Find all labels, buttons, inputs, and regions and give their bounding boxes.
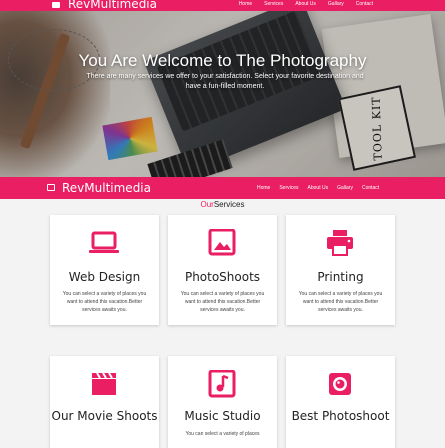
service-card-web-design[interactable]: Web Design You can select a variety of p…: [50, 215, 159, 325]
main-nav-links: Home Services About Us Gallary Contact: [257, 185, 379, 191]
card-title: Our Movie Shoots: [51, 409, 158, 423]
service-card-best-photoshoot[interactable]: Best Photoshoot: [286, 356, 395, 448]
card-description: You can select a variety of places you w…: [180, 291, 265, 313]
brand-icon: [52, 2, 60, 8]
service-card-music-studio[interactable]: Music Studio You can select a variety of…: [168, 356, 277, 448]
hero-overlay: [0, 11, 445, 177]
hero-subtitle: There are many services we offer to your…: [86, 73, 364, 90]
nav-home[interactable]: Home: [257, 185, 270, 191]
printer-icon: [327, 230, 353, 256]
card-title: PhotoShoots: [184, 270, 261, 284]
brand-icon: [47, 184, 55, 191]
top-brand-link[interactable]: RevMultimedia: [68, 0, 157, 11]
nav-about[interactable]: About Us: [308, 185, 329, 191]
camera-icon: [329, 373, 351, 395]
top-nav-services[interactable]: Services: [264, 1, 283, 7]
brand-link[interactable]: RevMultimedia: [62, 181, 151, 195]
service-card-movie-shoots[interactable]: Our Movie Shoots: [50, 356, 159, 448]
hero-banner: TOOL KIT You Are Welcome to The Photogra…: [0, 11, 445, 177]
card-description: You can select a variety of places you w…: [298, 291, 383, 313]
card-title: Web Design: [68, 270, 141, 284]
top-nav-contact[interactable]: Contact: [356, 1, 373, 7]
hero-title: You Are Welcome to The Photography: [78, 51, 367, 70]
top-nav-gallary[interactable]: Gallary: [328, 1, 344, 7]
top-nav-home[interactable]: Home: [239, 1, 252, 7]
section-title-rest: Services: [213, 200, 245, 209]
card-title: Best Photoshoot: [291, 409, 390, 423]
nav-contact[interactable]: Contact: [362, 185, 379, 191]
card-title: Printing: [317, 270, 364, 284]
section-title: OurServices: [0, 200, 445, 210]
laptop-icon: [89, 231, 119, 253]
image-icon: [208, 229, 236, 256]
service-card-photoshoots[interactable]: PhotoShoots You can select a variety of …: [168, 215, 277, 325]
top-nav-about[interactable]: About Us: [295, 1, 316, 7]
main-navbar: RevMultimedia Home Services About Us Gal…: [0, 177, 445, 199]
clapperboard-icon: [92, 372, 116, 395]
section-title-accent: Our: [200, 200, 214, 209]
top-nav-links: Home Services About Us Gallary Contact: [239, 1, 373, 7]
card-description: You can select a variety of places you w…: [62, 291, 147, 313]
service-card-printing[interactable]: Printing You can select a variety of pla…: [286, 215, 395, 325]
nav-gallary[interactable]: Gallary: [337, 185, 353, 191]
card-title: Music Studio: [184, 409, 261, 423]
nav-services[interactable]: Services: [279, 185, 298, 191]
top-navbar: RevMultimedia Home Services About Us Gal…: [0, 0, 445, 11]
music-note-icon: [208, 370, 236, 398]
card-description: You can select a variety of places: [185, 431, 260, 437]
